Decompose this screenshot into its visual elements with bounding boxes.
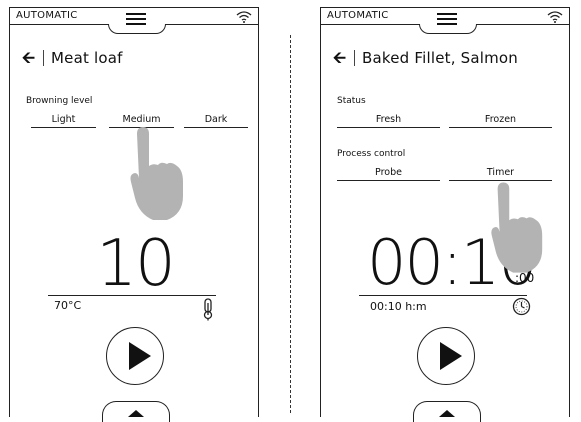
value-display: 10: [96, 227, 175, 301]
chevron-up-icon: [128, 410, 144, 417]
browning-level-label: Browning level: [26, 96, 93, 106]
left-oven-screen: AUTOMATIC 🡨 Meat loaf Browning level Lig…: [9, 7, 259, 422]
timer-underline: [359, 295, 527, 296]
menu-icon[interactable]: [126, 13, 146, 25]
play-button[interactable]: [417, 327, 475, 385]
menu-tab[interactable]: [419, 24, 477, 34]
page-header: 🡨 Meat loaf: [22, 48, 123, 68]
header-separator: [43, 50, 44, 66]
page-title: Meat loaf: [51, 49, 123, 67]
browning-option-light[interactable]: Light: [31, 114, 96, 128]
process-option-timer[interactable]: Timer: [449, 167, 552, 181]
status-label: Status: [337, 96, 366, 106]
play-icon: [440, 342, 462, 370]
wifi-icon: [236, 11, 252, 23]
thermometer-probe-icon: [203, 298, 213, 321]
temperature-readout: 70°C: [54, 299, 82, 312]
menu-tab[interactable]: [108, 24, 166, 34]
process-option-probe[interactable]: Probe: [337, 167, 440, 181]
back-arrow-icon[interactable]: 🡨: [333, 50, 346, 66]
pointing-hand-icon: [130, 127, 183, 220]
clock-icon: [512, 297, 531, 316]
pointing-hand-icon: [491, 182, 543, 273]
status-option-frozen[interactable]: Frozen: [449, 114, 552, 128]
play-icon: [129, 342, 151, 370]
chevron-up-icon: [439, 410, 455, 417]
timer-readout: 00:10 h:m: [370, 300, 427, 313]
right-oven-screen: AUTOMATIC 🡨 Baked Fillet, Salmon Status …: [320, 7, 570, 422]
page-header: 🡨 Baked Fillet, Salmon: [333, 48, 518, 68]
process-control-label: Process control: [337, 149, 406, 159]
mode-label: AUTOMATIC: [327, 10, 389, 21]
play-button[interactable]: [106, 327, 164, 385]
value-underline: [48, 295, 216, 296]
page-title: Baked Fillet, Salmon: [362, 49, 519, 67]
mode-label: AUTOMATIC: [16, 10, 78, 21]
wifi-icon: [547, 11, 563, 23]
browning-option-dark[interactable]: Dark: [184, 114, 248, 128]
back-arrow-icon[interactable]: 🡨: [22, 50, 35, 66]
screen-divider: [290, 35, 291, 413]
menu-icon[interactable]: [437, 13, 457, 25]
header-separator: [354, 50, 355, 66]
status-option-fresh[interactable]: Fresh: [337, 114, 440, 128]
